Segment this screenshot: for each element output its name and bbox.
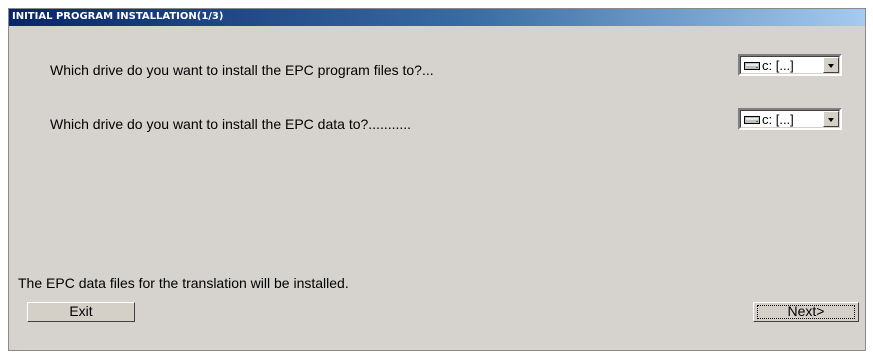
status-message: The EPC data files for the translation w… bbox=[18, 275, 349, 291]
program-drive-select[interactable]: c: [...] bbox=[738, 54, 842, 76]
program-drive-value: c: [...] bbox=[762, 58, 794, 73]
title-bar: INITIAL PROGRAM INSTALLATION(1/3) bbox=[9, 9, 865, 26]
hard-drive-icon bbox=[744, 62, 760, 70]
focus-rectangle bbox=[757, 305, 855, 319]
hard-drive-icon bbox=[744, 116, 760, 124]
chevron-down-icon bbox=[828, 118, 834, 122]
program-drive-question: Which drive do you want to install the E… bbox=[50, 62, 434, 78]
next-button[interactable]: Next> bbox=[753, 302, 859, 322]
data-drive-dropdown-button[interactable] bbox=[823, 111, 839, 127]
installer-window: INITIAL PROGRAM INSTALLATION(1/3) Which … bbox=[8, 8, 866, 351]
chevron-down-icon bbox=[828, 64, 834, 68]
program-drive-dropdown-button[interactable] bbox=[823, 57, 839, 73]
window-title: INITIAL PROGRAM INSTALLATION(1/3) bbox=[12, 11, 224, 22]
data-drive-value: c: [...] bbox=[762, 112, 794, 127]
exit-button[interactable]: Exit bbox=[27, 302, 135, 322]
data-drive-question: Which drive do you want to install the E… bbox=[50, 116, 412, 132]
data-drive-select[interactable]: c: [...] bbox=[738, 108, 842, 130]
